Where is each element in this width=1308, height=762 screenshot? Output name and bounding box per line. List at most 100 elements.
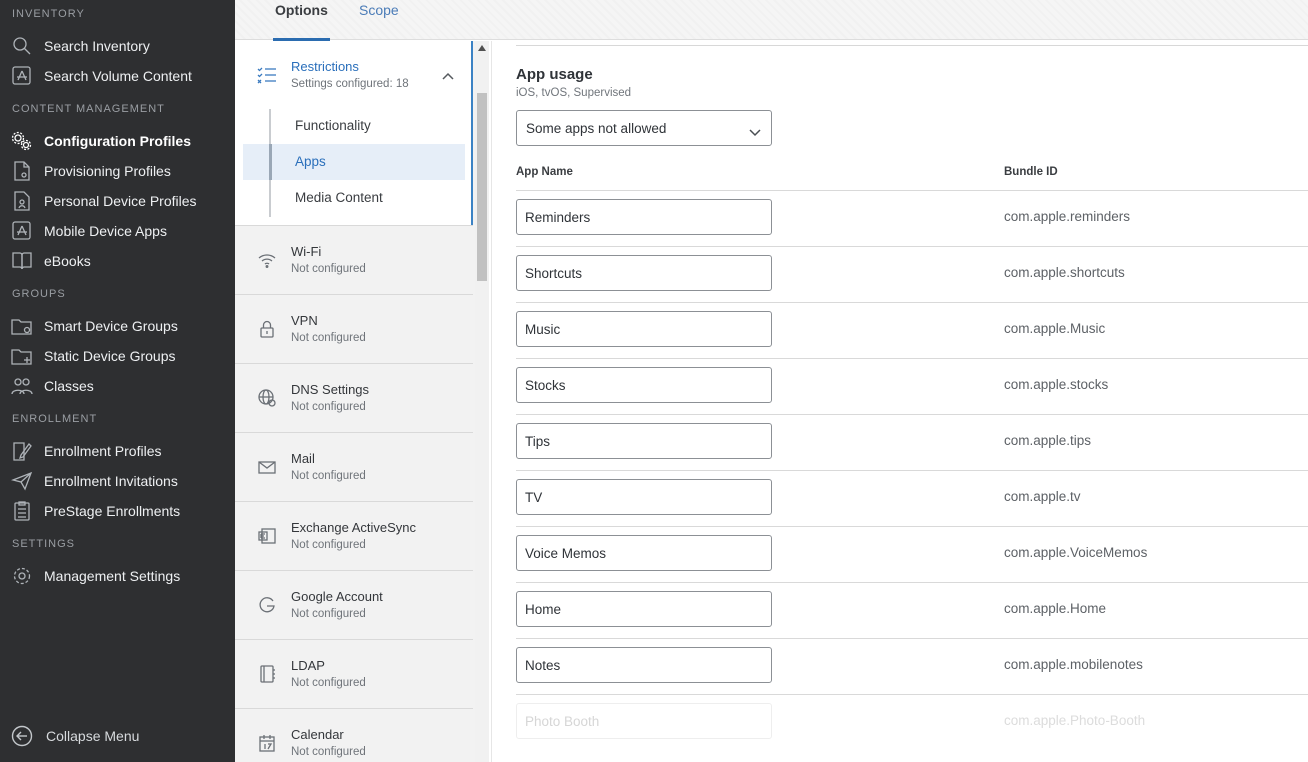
payload-list: Restrictions Settings configured: 18 Fun… — [235, 41, 475, 762]
app-name-input[interactable] — [516, 255, 772, 291]
payload-status: Not configured — [291, 263, 366, 275]
payload-list-scrollbar[interactable] — [475, 41, 489, 762]
payload-status: Not configured — [291, 677, 366, 689]
nav-item-management-settings[interactable]: Management Settings — [0, 561, 235, 591]
nav-item-label: Configuration Profiles — [44, 133, 191, 149]
section-header-settings: SETTINGS — [12, 538, 76, 550]
app-usage-platforms: iOS, tvOS, Supervised — [516, 87, 632, 99]
app-name-input[interactable] — [516, 367, 772, 403]
nav-item-label: Search Volume Content — [44, 68, 192, 84]
calendar-icon — [257, 733, 277, 753]
app-row: com.apple.reminders — [516, 190, 1308, 246]
payload-dns-settings[interactable]: DNS Settings Not configured — [235, 363, 473, 432]
app-name-input[interactable] — [516, 311, 772, 347]
chevron-down-icon — [749, 124, 761, 137]
app-row: com.apple.Photo-Booth — [516, 694, 1308, 750]
subnav-media-content[interactable]: Media Content — [243, 180, 465, 216]
tab-bar: Options Scope — [235, 0, 1308, 41]
payload-title: Mail — [291, 451, 315, 466]
collapse-menu-button[interactable]: Collapse Menu — [0, 722, 235, 750]
folder-gear-icon — [11, 316, 33, 336]
payload-title: Exchange ActiveSync — [291, 520, 417, 535]
book-icon — [11, 251, 33, 271]
app-name-input[interactable] — [516, 647, 772, 683]
bundle-id: com.apple.tips — [1004, 433, 1092, 448]
exchange-icon — [257, 526, 277, 546]
google-icon — [257, 595, 277, 615]
payload-exchange-activesync[interactable]: Exchange ActiveSync Not configured — [235, 501, 473, 570]
payload-status: Not configured — [291, 332, 366, 344]
nav-item-label: eBooks — [44, 253, 91, 269]
nav-item-label: Enrollment Profiles — [44, 443, 162, 459]
app-row: com.apple.Home — [516, 582, 1308, 638]
nav-item-search-inventory[interactable]: Search Inventory — [0, 31, 235, 61]
section-header-inventory: INVENTORY — [12, 8, 85, 20]
scroll-up-arrow-icon[interactable] — [478, 45, 486, 51]
app-name-input[interactable] — [516, 535, 772, 571]
subnav-functionality[interactable]: Functionality — [243, 108, 465, 144]
bundle-id: com.apple.mobilenotes — [1004, 657, 1143, 672]
app-name-input[interactable] — [516, 423, 772, 459]
nav-item-provisioning-profiles[interactable]: Provisioning Profiles — [0, 156, 235, 186]
payload-wifi[interactable]: Wi-Fi Not configured — [235, 225, 473, 294]
restrictions-title[interactable]: Restrictions — [291, 59, 359, 74]
column-header-app-name: App Name — [516, 166, 573, 178]
payload-status: Not configured — [291, 608, 366, 620]
scrollbar-thumb[interactable] — [477, 93, 487, 281]
app-row: com.apple.tv — [516, 470, 1308, 526]
section-header-content-management: CONTENT MANAGEMENT — [12, 103, 165, 115]
paper-plane-icon — [10, 471, 33, 491]
nav-item-label: Static Device Groups — [44, 348, 176, 364]
payload-google-account[interactable]: Google Account Not configured — [235, 570, 473, 639]
envelope-icon — [257, 457, 277, 477]
app-usage-select[interactable]: Some apps not allowed — [516, 110, 772, 146]
nav-item-ebooks[interactable]: eBooks — [0, 246, 235, 276]
nav-item-personal-device-profiles[interactable]: Personal Device Profiles — [0, 186, 235, 216]
payload-calendar[interactable]: Calendar Not configured — [235, 708, 473, 762]
restrictions-payload: Restrictions Settings configured: 18 Fun… — [235, 41, 473, 226]
chevron-up-icon[interactable] — [442, 68, 454, 80]
section-header-enrollment: ENROLLMENT — [12, 413, 98, 425]
app-name-input[interactable] — [516, 199, 772, 235]
nav-item-enrollment-invitations[interactable]: Enrollment Invitations — [0, 466, 235, 496]
nav-item-label: Enrollment Invitations — [44, 473, 178, 489]
tab-options[interactable]: Options — [273, 2, 330, 41]
bundle-id: com.apple.reminders — [1004, 209, 1131, 224]
subnav-apps[interactable]: Apps — [243, 144, 465, 180]
nav-item-enrollment-profiles[interactable]: Enrollment Profiles — [0, 436, 235, 466]
app-row: com.apple.tips — [516, 414, 1308, 470]
payload-mail[interactable]: Mail Not configured — [235, 432, 473, 501]
payload-status: Not configured — [291, 401, 366, 413]
folder-plus-icon — [11, 346, 33, 366]
payload-status: Not configured — [291, 746, 366, 758]
nav-item-label: Management Settings — [44, 568, 181, 584]
tab-scope[interactable]: Scope — [359, 2, 399, 38]
nav-item-mobile-device-apps[interactable]: Mobile Device Apps — [0, 216, 235, 246]
payload-ldap[interactable]: LDAP Not configured — [235, 639, 473, 708]
checklist-icon — [257, 66, 277, 84]
people-icon — [11, 376, 33, 396]
payload-title: DNS Settings — [291, 382, 370, 397]
nav-item-label: Mobile Device Apps — [44, 223, 167, 239]
globe-gear-icon — [257, 388, 277, 408]
app-row: com.apple.mobilenotes — [516, 638, 1308, 694]
nav-item-smart-device-groups[interactable]: Smart Device Groups — [0, 311, 235, 341]
subnav-label: Media Content — [295, 190, 383, 205]
payload-vpn[interactable]: VPN Not configured — [235, 294, 473, 363]
nav-item-classes[interactable]: Classes — [0, 371, 235, 401]
nav-item-static-device-groups[interactable]: Static Device Groups — [0, 341, 235, 371]
payload-status: Not configured — [291, 539, 366, 551]
payload-title: VPN — [291, 313, 318, 328]
nav-item-search-volume-content[interactable]: Search Volume Content — [0, 61, 235, 91]
nav-item-configuration-profiles[interactable]: Configuration Profiles — [0, 126, 235, 156]
nav-item-prestage-enrollments[interactable]: PreStage Enrollments — [0, 496, 235, 526]
edit-document-icon — [11, 441, 33, 461]
clipboard-icon — [11, 501, 33, 521]
app-name-input[interactable] — [516, 591, 772, 627]
app-name-input[interactable] — [516, 479, 772, 515]
app-usage-panel: App usage iOS, tvOS, Supervised Some app… — [491, 41, 1308, 762]
restrictions-status: Settings configured: 18 — [291, 78, 409, 90]
app-name-input[interactable] — [516, 703, 772, 739]
gear-icon — [11, 566, 33, 586]
bundle-id: com.apple.Photo-Booth — [1004, 713, 1146, 728]
